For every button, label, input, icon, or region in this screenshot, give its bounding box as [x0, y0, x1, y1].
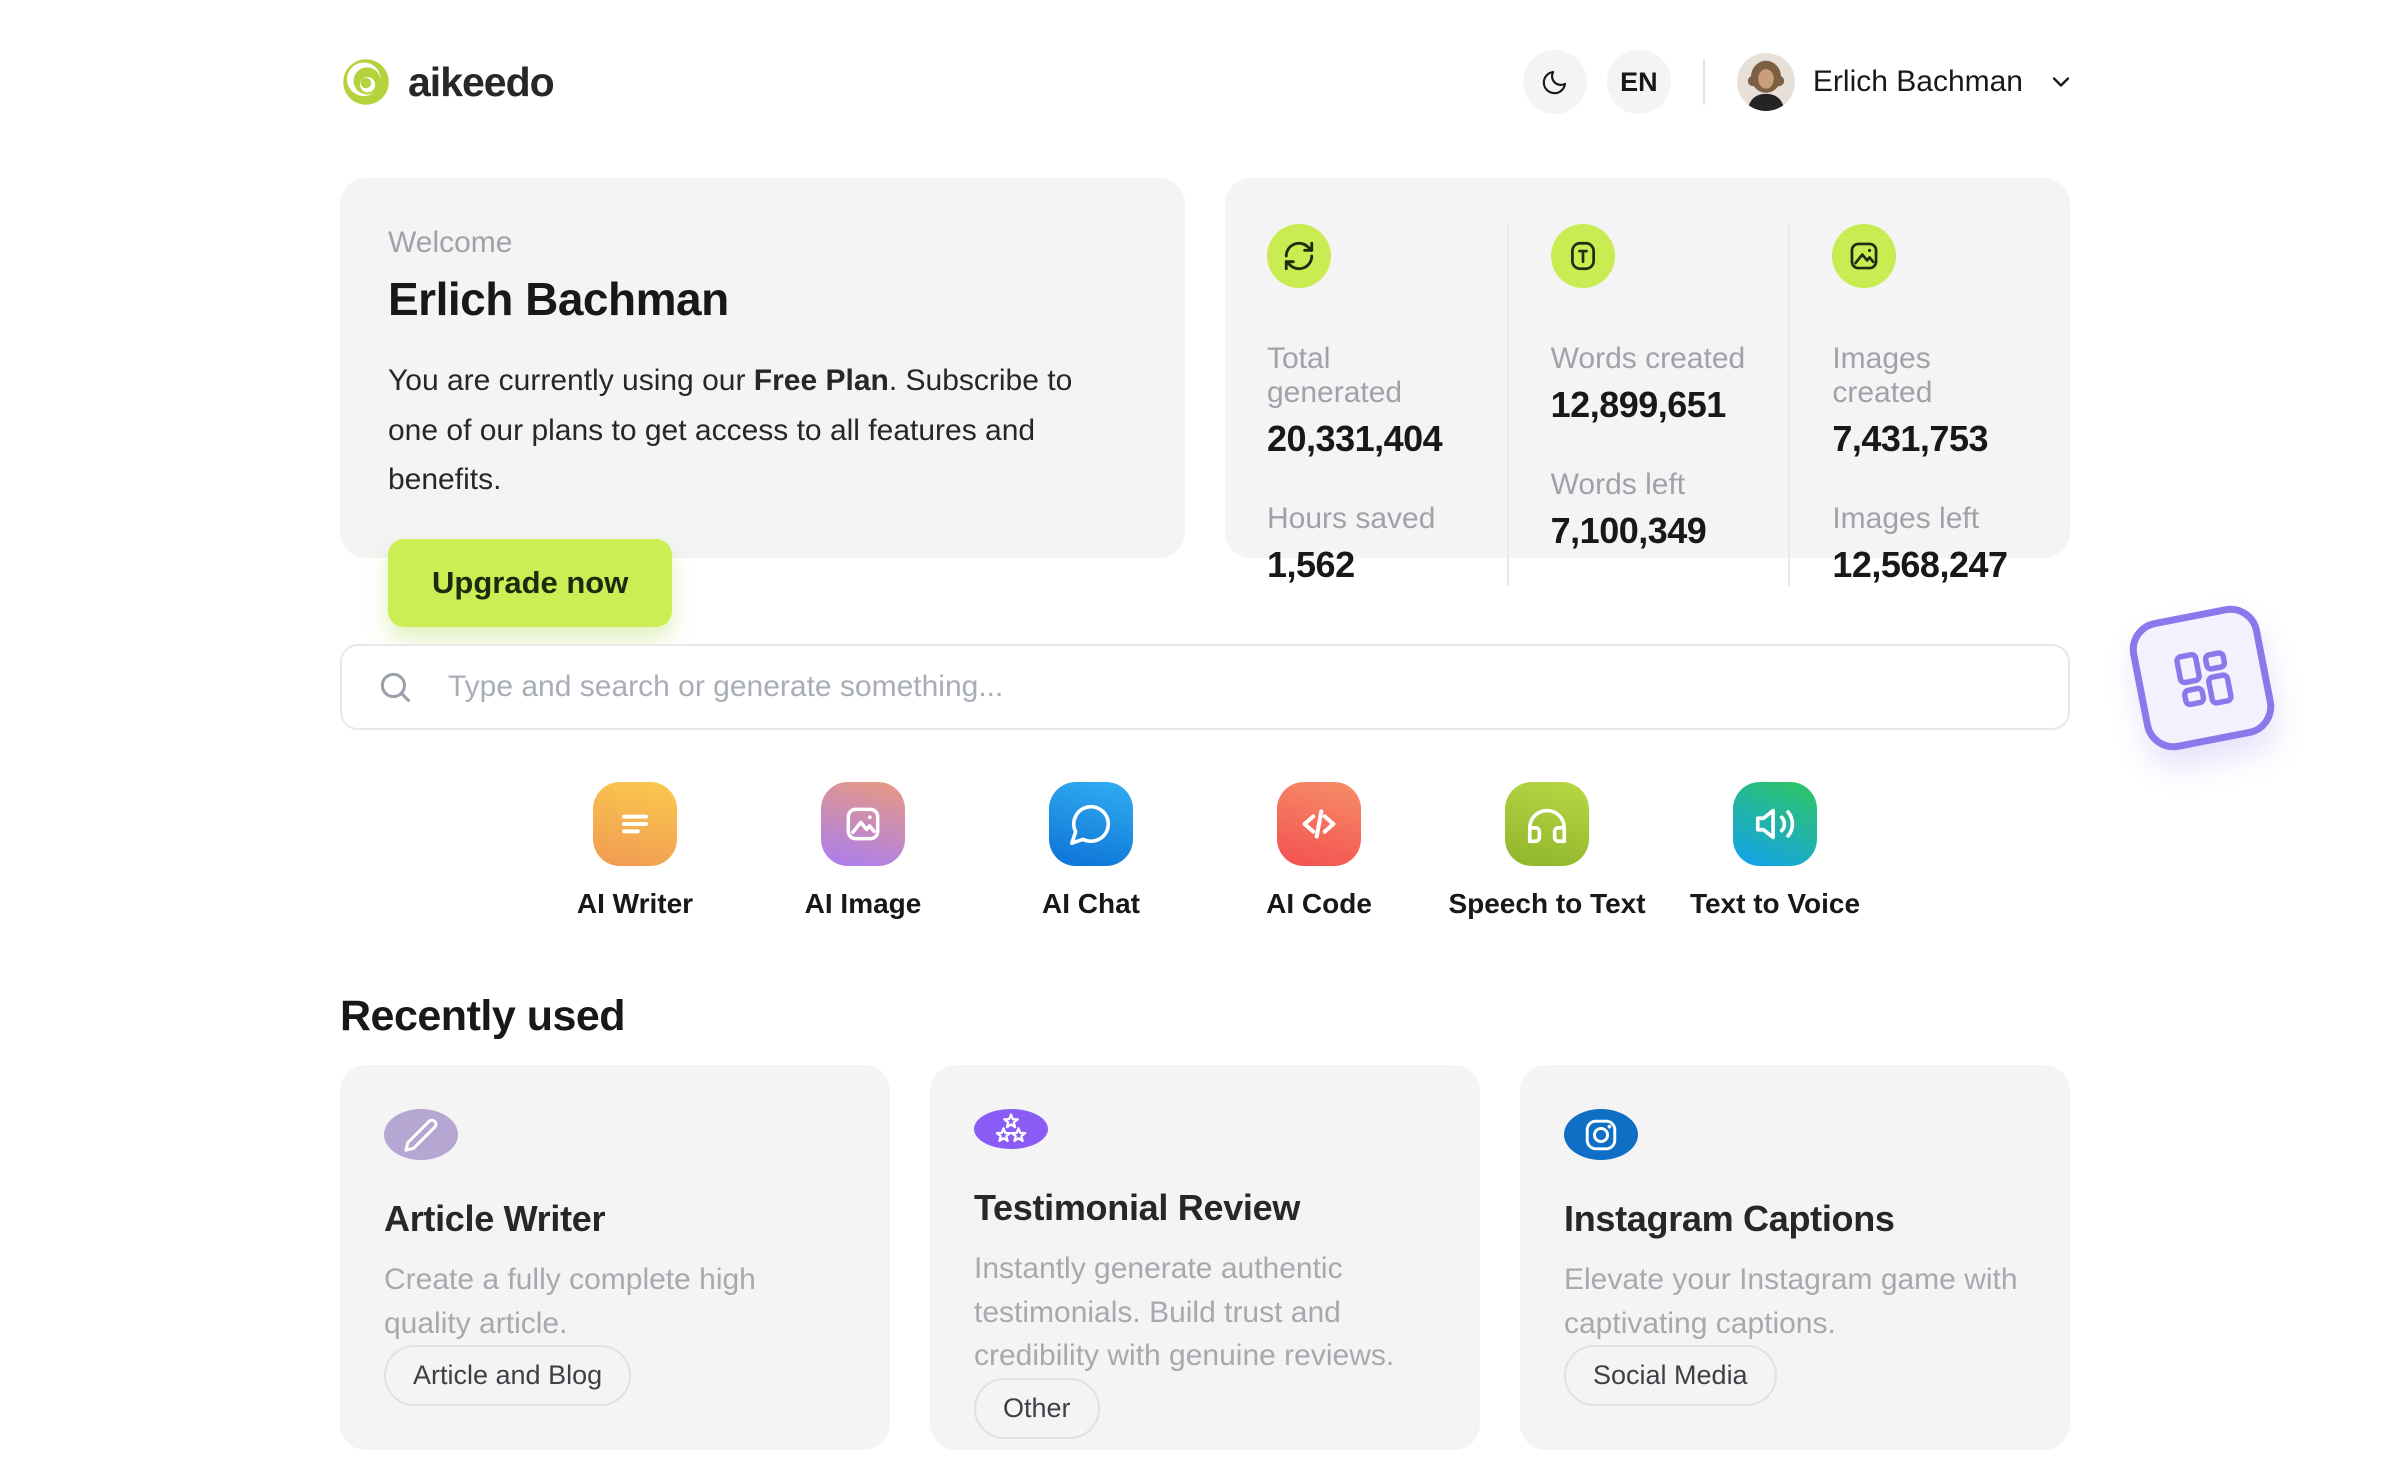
plan-name: Free Plan	[753, 364, 889, 397]
tool-text-to-voice[interactable]: Text to Voice	[1690, 782, 1860, 920]
tool-ai-image[interactable]: AI Image	[785, 782, 941, 920]
category-tag: Social Media	[1564, 1345, 1777, 1406]
search-input[interactable]	[340, 644, 2070, 730]
stat-value: 20,331,404	[1267, 418, 1443, 459]
floating-library-badge[interactable]	[2124, 600, 2280, 756]
language-button[interactable]: EN	[1606, 50, 1671, 114]
image-icon	[821, 782, 905, 866]
chat-icon	[1049, 782, 1133, 866]
tool-ai-writer[interactable]: AI Writer	[557, 782, 713, 920]
stat-value: 7,100,349	[1550, 510, 1707, 551]
upgrade-button[interactable]: Upgrade now	[388, 538, 673, 627]
dashboard-icon	[2157, 633, 2246, 722]
stat-label: Hours saved	[1267, 502, 1436, 535]
card-description: Elevate your Instagram game with captiva…	[1564, 1263, 2018, 1340]
stat-column-generated: Total generated 20,331,404 Hours saved 1…	[1225, 224, 1507, 586]
stat-value: 12,899,651	[1550, 384, 1727, 425]
instagram-icon	[1564, 1109, 1638, 1160]
brand-name: aikeedo	[408, 58, 555, 105]
search-bar	[340, 644, 2070, 730]
stat-label: Total generated	[1267, 342, 1403, 409]
pencil-icon	[384, 1109, 458, 1160]
welcome-label: Welcome	[388, 226, 513, 259]
card-description: Instantly generate authentic testimonial…	[974, 1252, 1395, 1372]
card-description: Create a fully complete high quality art…	[384, 1263, 756, 1340]
stat-column-words: Words created 12,899,651 Words left 7,10…	[1506, 224, 1789, 586]
user-name: Erlich Bachman	[1812, 65, 2023, 98]
header: aikeedo EN Erlich Bachman	[0, 0, 2400, 122]
stat-label: Words left	[1550, 468, 1686, 501]
header-divider	[1702, 59, 1705, 105]
tool-label: AI Image	[804, 888, 922, 919]
tool-ai-code[interactable]: AI Code	[1241, 782, 1397, 920]
code-icon	[1277, 782, 1361, 866]
tool-label: Text to Voice	[1689, 888, 1861, 919]
recent-cards: Article Writer Create a fully complete h…	[340, 1065, 2070, 1450]
welcome-message: You are currently using our Free Plan. S…	[388, 364, 1073, 496]
writer-icon	[593, 782, 677, 866]
card-title: Testimonial Review	[974, 1187, 1301, 1228]
user-menu[interactable]: Erlich Bachman	[1736, 53, 2075, 111]
recent-card-instagram-captions[interactable]: Instagram Captions Elevate your Instagra…	[1520, 1065, 2070, 1450]
tool-ai-chat[interactable]: AI Chat	[1013, 782, 1169, 920]
stat-value: 7,431,753	[1832, 418, 1988, 459]
tool-label: AI Chat	[1042, 888, 1140, 919]
tool-speech-to-text[interactable]: Speech to Text	[1448, 782, 1646, 920]
category-tag: Other	[974, 1377, 1100, 1439]
card-title: Article Writer	[384, 1198, 606, 1239]
welcome-card: Welcome Erlich Bachman You are currently…	[340, 178, 1185, 627]
recently-used-heading: Recently used	[340, 992, 626, 1040]
theme-toggle-button[interactable]	[1522, 50, 1587, 114]
stars-icon	[974, 1109, 1048, 1149]
tool-label: AI Writer	[576, 888, 694, 919]
stat-label: Images left	[1832, 502, 1980, 535]
avatar	[1736, 53, 1795, 111]
recent-card-testimonial-review[interactable]: Testimonial Review Instantly generate au…	[930, 1065, 1480, 1450]
recent-card-article-writer[interactable]: Article Writer Create a fully complete h…	[340, 1065, 890, 1450]
chevron-down-icon	[2047, 68, 2075, 96]
tool-label: AI Code	[1266, 888, 1372, 919]
speaker-icon	[1733, 782, 1817, 866]
main-content: Welcome Erlich Bachman You are currently…	[0, 178, 2400, 1450]
tools-row: AI Writer AI Image AI Chat AI Code Speec…	[340, 782, 2070, 920]
tool-label: Speech to Text	[1448, 888, 1646, 919]
welcome-user-name: Erlich Bachman	[388, 273, 729, 325]
refresh-icon	[1267, 224, 1331, 288]
brand-logo[interactable]: aikeedo	[340, 56, 555, 108]
category-tag: Article and Blog	[384, 1345, 632, 1406]
stat-value: 12,568,247	[1832, 544, 2008, 585]
words-icon	[1550, 224, 1615, 288]
stat-label: Words created	[1550, 342, 1746, 375]
stat-label: Images created	[1832, 342, 1933, 409]
moon-icon	[1540, 67, 1570, 97]
card-title: Instagram Captions	[1564, 1198, 1895, 1239]
stat-column-images: Images created 7,431,753 Images left 12,…	[1788, 224, 2070, 586]
stats-card: Total generated 20,331,404 Hours saved 1…	[1225, 178, 2070, 586]
headphones-icon	[1505, 782, 1589, 866]
stat-value: 1,562	[1267, 544, 1355, 585]
images-icon	[1832, 224, 1897, 288]
aikeedo-swirl-icon	[340, 56, 392, 108]
